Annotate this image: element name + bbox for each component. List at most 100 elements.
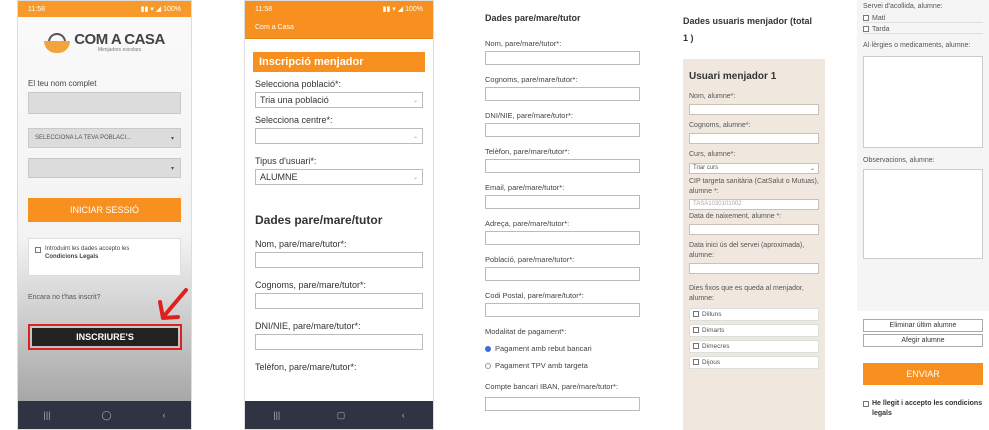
consent-checkbox[interactable] <box>35 247 41 253</box>
register-highlight: INSCRIURE'S <box>28 324 182 350</box>
field-label: Data de naixement, alumne *: <box>689 212 782 220</box>
field-label: Data inici ús del servei (aproximada), a… <box>689 242 805 260</box>
checkbox[interactable] <box>863 26 869 33</box>
observations-textarea[interactable] <box>863 169 983 260</box>
town-label: Selecciona població*: <box>255 79 342 89</box>
town-select[interactable]: Tria una població ⌄ <box>255 92 423 108</box>
field-label: Nom, pare/mare/tutor*: <box>255 239 347 249</box>
add-student-button[interactable]: Afegir alumne <box>863 334 983 347</box>
status-icons: ▮▮ ▾ ◢ 100% <box>140 6 181 13</box>
app-bar-title: Com a Casa <box>245 17 433 39</box>
register-button[interactable]: INSCRIURE'S <box>32 328 178 346</box>
guardian-dni-input[interactable] <box>255 334 423 350</box>
day-option[interactable]: Dimecres <box>689 339 819 353</box>
service-option-label: Tarda <box>872 25 890 33</box>
registration-screen: 11:58 ▮▮ ▾ ◢ 100% Com a Casa Inscripció … <box>244 0 434 430</box>
send-button[interactable]: ENVIAR <box>863 363 983 385</box>
login-button[interactable]: INICIAR SESSIÓ <box>28 198 181 222</box>
recent-apps-icon[interactable]: ||| <box>273 410 280 420</box>
status-time: 11:58 <box>28 5 45 13</box>
field-label: Telèfon, pare/mare/tutor*: <box>485 147 570 156</box>
back-icon[interactable]: ‹ <box>402 410 405 420</box>
field-label: Població, pare/mare/tutor*: <box>485 255 575 264</box>
guardian-address-input[interactable] <box>485 231 640 245</box>
payment-option-bank[interactable]: Pagament amb rebut bancari <box>485 344 655 353</box>
status-icons: ▮▮ ▾ ◢ 100% <box>382 6 423 13</box>
allergies-label: Al·lèrgies o medicaments, alumne: <box>863 41 971 49</box>
service-option[interactable]: Tarda <box>863 26 983 34</box>
cip-placeholder: TASA1030101002 <box>693 201 742 208</box>
user-type-value: ALUMNE <box>260 172 298 182</box>
guardian-surname-input[interactable] <box>485 87 640 101</box>
student-surname-input[interactable] <box>689 133 819 145</box>
consent-row[interactable]: Introduint les dades accepto les Condici… <box>28 238 181 276</box>
radio-selected-icon[interactable] <box>485 345 491 352</box>
status-bar: 11:58 ▮▮ ▾ ◢ 100% <box>245 1 433 17</box>
guardian-section-title: Dades pare/mare/tutor <box>255 213 383 227</box>
field-label: Cognoms, pare/mare/tutor*: <box>255 280 367 290</box>
cip-input[interactable]: TASA1030101002 <box>689 198 819 210</box>
field-label: Email, pare/mare/tutor*: <box>485 183 565 192</box>
payment-option-card[interactable]: Pagament TPV amb targeta <box>485 361 655 370</box>
home-icon[interactable]: ◯ <box>101 410 111 421</box>
logo-title: COM A CASA <box>74 30 165 48</box>
guardian-dni-input[interactable] <box>485 123 640 137</box>
checkbox[interactable] <box>693 311 699 318</box>
allergies-textarea[interactable] <box>863 55 983 148</box>
guardian-title: Dades pare/mare/tutor <box>485 13 581 23</box>
course-select[interactable]: Triar curs ⌄ <box>689 162 819 174</box>
full-name-input[interactable] <box>28 92 181 114</box>
status-time: 11:58 <box>255 5 272 13</box>
legal-conditions-link[interactable]: Condicions Legals <box>45 254 98 260</box>
chevron-down-icon: ⌄ <box>412 97 418 104</box>
day-option[interactable]: Dimarts <box>689 323 819 337</box>
guardian-data-form: Dades pare/mare/tutor Nom, pare/mare/tut… <box>485 0 655 430</box>
checkbox[interactable] <box>693 327 699 334</box>
day-option[interactable]: Dilluns <box>689 307 819 321</box>
town-select[interactable]: SELECCIONA LA TEVA POBLACI... ▾ <box>28 128 181 148</box>
chevron-down-icon: ▾ <box>170 135 174 142</box>
terms-row[interactable]: He llegit i accepto les condicions legal… <box>863 399 983 419</box>
checkbox[interactable] <box>693 359 699 366</box>
status-bar: 11:58 ▮▮ ▾ ◢ 100% <box>18 1 191 17</box>
guardian-surname-input[interactable] <box>255 293 423 309</box>
services-card: Servei d'acollida, alumne: Matí Tarda Al… <box>857 0 989 311</box>
radio-unselected-icon[interactable] <box>485 362 491 369</box>
service-option[interactable]: Matí <box>863 15 983 23</box>
day-option[interactable]: Dijous <box>689 355 819 369</box>
centre-label: Selecciona centre*: <box>255 115 333 125</box>
payment-label: Modalitat de pagament*: <box>485 327 567 336</box>
services-form: Servei d'acollida, alumne: Matí Tarda Al… <box>857 0 989 430</box>
birth-date-input[interactable] <box>689 224 819 236</box>
guardian-phone-input[interactable] <box>485 159 640 173</box>
home-icon[interactable]: ▢ <box>337 410 346 421</box>
full-name-label: El teu nom complet <box>28 79 97 88</box>
start-date-input[interactable] <box>689 263 819 275</box>
checkbox[interactable] <box>693 343 699 350</box>
terms-checkbox[interactable] <box>863 401 869 407</box>
checkbox[interactable] <box>863 15 869 22</box>
centre-select[interactable]: ⌄ <box>255 128 423 144</box>
guardian-name-input[interactable] <box>485 51 640 65</box>
day-label: Dijous <box>702 358 721 366</box>
login-screen: 11:58 ▮▮ ▾ ◢ 100% COM A CASA Menjadors e… <box>17 0 192 430</box>
remove-student-button[interactable]: Eliminar últim alumne <box>863 319 983 332</box>
student-name-input[interactable] <box>689 104 819 116</box>
service-label: Servei d'acollida, alumne: <box>863 3 943 10</box>
guardian-name-input[interactable] <box>255 252 423 268</box>
iban-input[interactable] <box>485 397 640 412</box>
user-card: Usuari menjador 1 Nom, alumne*: Cognoms,… <box>683 59 825 430</box>
field-label: DNI/NIE, pare/mare/tutor*: <box>485 111 573 120</box>
user-type-label: Tipus d'usuari*: <box>255 156 317 166</box>
centre-select[interactable]: ▾ <box>28 158 181 178</box>
back-icon[interactable]: ‹ <box>163 410 166 420</box>
user-type-select[interactable]: ALUMNE ⌄ <box>255 169 423 185</box>
field-label: Dies fixos que es queda al menjador, alu… <box>689 285 804 303</box>
guardian-postcode-input[interactable] <box>485 303 640 317</box>
form-title: Inscripció menjador <box>253 52 425 72</box>
guardian-email-input[interactable] <box>485 195 640 209</box>
course-select-value: Triar curs <box>693 165 719 172</box>
guardian-town-input[interactable] <box>485 267 640 281</box>
recent-apps-icon[interactable]: ||| <box>43 410 50 420</box>
users-title: Dades usuaris menjador (total 1 ) <box>683 16 813 44</box>
